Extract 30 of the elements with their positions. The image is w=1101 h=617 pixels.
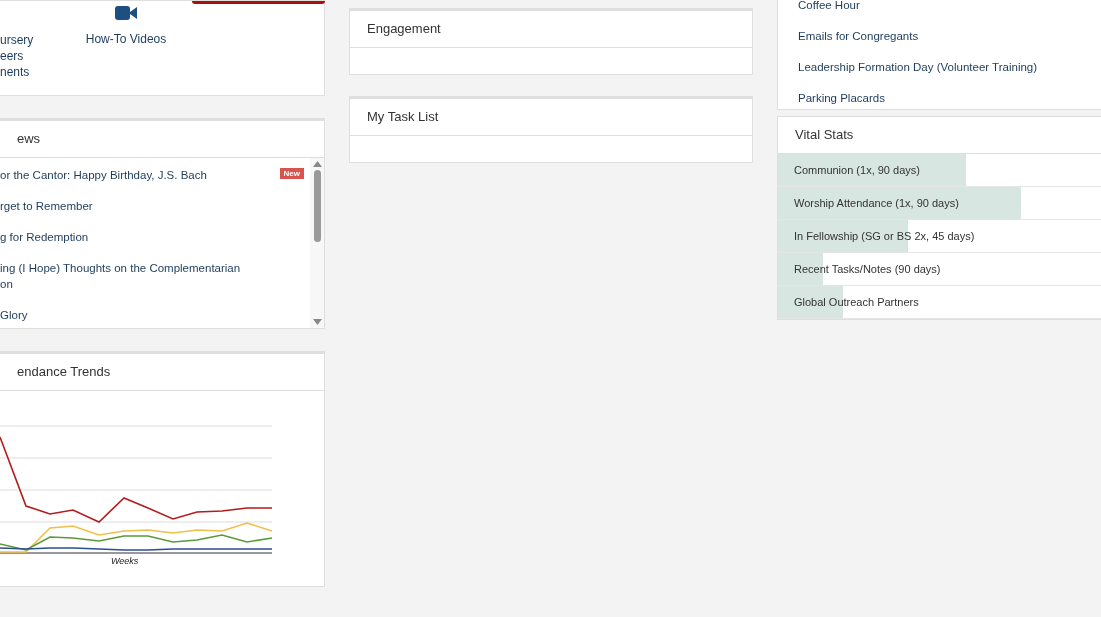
axis-label: Weeks bbox=[111, 555, 139, 568]
news-link[interactable]: Glory bbox=[0, 307, 250, 323]
scrollbar-thumb[interactable] bbox=[313, 170, 321, 242]
panel-title: Vital Stats bbox=[795, 126, 854, 145]
quick-link[interactable]: ursery bbox=[0, 32, 60, 48]
stat-label[interactable]: Worship Attendance (1x, 90 days) bbox=[778, 194, 959, 212]
link[interactable]: Parking Placards bbox=[798, 83, 1101, 109]
stat-label[interactable]: In Fellowship (SG or BS 2x, 45 days) bbox=[778, 227, 975, 245]
quick-link[interactable]: nents bbox=[0, 64, 60, 80]
scrollbar[interactable] bbox=[310, 158, 324, 328]
link[interactable]: Leadership Formation Day (Volunteer Training) bbox=[798, 52, 1101, 83]
panel-title: Engagement bbox=[367, 20, 441, 39]
video-camera-icon[interactable] bbox=[115, 4, 137, 22]
link[interactable]: Coffee Hour bbox=[798, 0, 1101, 21]
stat-label[interactable]: Recent Tasks/Notes (90 days) bbox=[778, 260, 941, 278]
new-badge: New bbox=[279, 168, 304, 179]
scroll-up-icon[interactable] bbox=[312, 161, 322, 167]
link[interactable]: Emails for Congregants bbox=[798, 21, 1101, 52]
stat-label[interactable]: Global Outreach Partners bbox=[778, 293, 919, 311]
news-link[interactable]: ing (I Hope) Thoughts on the Complementarian on bbox=[0, 260, 250, 292]
panel-title: ews bbox=[17, 130, 41, 149]
news-link[interactable]: rget to Remember bbox=[0, 198, 250, 214]
panel-title: My Task List bbox=[367, 108, 439, 127]
news-link[interactable]: g for Redemption bbox=[0, 229, 250, 245]
stat-label[interactable]: Communion (1x, 90 days) bbox=[778, 161, 920, 179]
quick-link[interactable]: How-To Videos bbox=[85, 31, 167, 47]
panel-title: endance Trends bbox=[17, 363, 111, 382]
quick-link[interactable]: eers bbox=[0, 48, 60, 64]
scroll-down-icon[interactable] bbox=[312, 319, 322, 325]
news-link[interactable]: or the Cantor: Happy Birthday, J.S. Bach bbox=[0, 167, 250, 183]
